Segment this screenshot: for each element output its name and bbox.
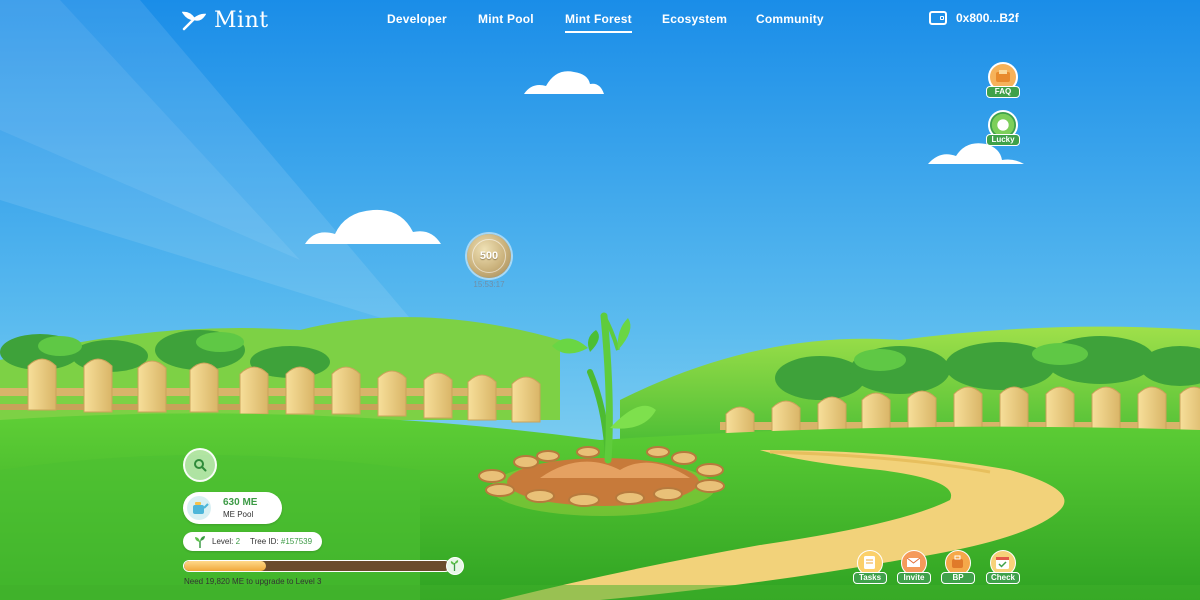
nav-link-mint-forest[interactable]: Mint Forest (565, 12, 632, 33)
invite-button[interactable]: Invite (897, 550, 931, 584)
nav-link-mint-pool[interactable]: Mint Pool (478, 12, 534, 26)
upgrade-progress-bar (183, 560, 451, 572)
coin-timer: 15:53:17 (473, 280, 505, 289)
invite-label: Invite (897, 572, 931, 584)
faq-label: FAQ (986, 86, 1020, 98)
watering-can-icon (187, 496, 211, 520)
tasks-button[interactable]: Tasks (853, 550, 887, 584)
me-pool-card[interactable]: 630 ME ME Pool (183, 492, 282, 524)
top-navigation: Mint Developer Mint Pool Mint Forest Eco… (0, 0, 1200, 40)
nav-link-ecosystem[interactable]: Ecosystem (662, 12, 727, 26)
tasks-label: Tasks (853, 572, 887, 584)
nav-link-developer[interactable]: Developer (387, 12, 447, 26)
upgrade-progress-fill (184, 561, 267, 571)
sprout-icon (195, 535, 205, 548)
wallet-button[interactable]: 0x800...B2f (929, 11, 1019, 25)
lucky-label: Lucky (986, 134, 1020, 146)
logo-text: Mint (214, 8, 269, 33)
wallet-icon (929, 11, 947, 25)
me-coin-reward[interactable]: 500 (467, 234, 511, 278)
check-label: Check (986, 572, 1020, 584)
tree-info-pill: Level: 2 Tree ID: #157539 (183, 532, 322, 551)
lucky-button[interactable]: Lucky (983, 110, 1023, 146)
search-icon (194, 459, 207, 472)
nav-link-community[interactable]: Community (756, 12, 824, 26)
bp-label: BP (941, 572, 975, 584)
bp-button[interactable]: BP (941, 550, 975, 584)
tree-id-value: #157539 (280, 537, 313, 546)
search-button[interactable] (183, 448, 217, 482)
coin-value: 500 (472, 239, 506, 273)
mint-logo[interactable]: Mint (182, 8, 269, 33)
wallet-address: 0x800...B2f (956, 11, 1019, 25)
faq-button[interactable]: FAQ (983, 62, 1023, 98)
level-value: 2 (235, 537, 241, 546)
leaf-logo-icon (182, 11, 206, 30)
upgrade-progress-text: Need 19,820 ME to upgrade to Level 3 (184, 577, 322, 586)
me-pool-label: ME Pool (223, 510, 254, 519)
sapling-icon (446, 557, 464, 575)
level-label: Level: (212, 537, 234, 546)
me-pool-amount: 630 ME (223, 497, 258, 508)
check-button[interactable]: Check (986, 550, 1020, 584)
tree-id-label: Tree ID: (250, 537, 279, 546)
